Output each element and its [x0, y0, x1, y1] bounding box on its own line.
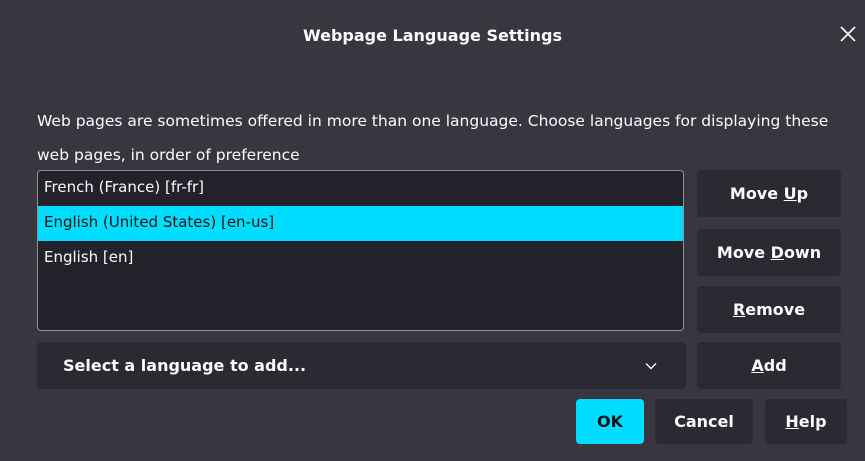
move-down-button[interactable]: Move Down	[697, 229, 841, 276]
remove-button[interactable]: Remove	[697, 286, 841, 333]
close-icon	[836, 22, 860, 46]
ok-button[interactable]: OK	[576, 399, 644, 444]
dialog-description: Web pages are sometimes offered in more …	[37, 112, 829, 164]
remove-label-post: emove	[745, 300, 806, 319]
move-up-label-post: p	[796, 184, 809, 203]
move-up-button[interactable]: Move Up	[697, 170, 841, 217]
add-label-post: dd	[763, 356, 787, 375]
language-settings-dialog: Webpage Language Settings Web pages are …	[0, 0, 865, 461]
move-up-access-key: U	[783, 184, 797, 203]
chevron-down-icon	[644, 359, 658, 373]
help-access-key: H	[785, 412, 799, 431]
close-button[interactable]	[836, 22, 860, 46]
language-list[interactable]: French (France) [fr-fr] English (United …	[37, 170, 684, 331]
add-access-key: A	[751, 356, 764, 375]
move-down-access-key: D	[770, 243, 784, 262]
dialog-title: Webpage Language Settings	[303, 26, 562, 45]
move-down-label-pre: Move	[716, 243, 771, 262]
move-up-label-pre: Move	[729, 184, 784, 203]
add-language-select-label: Select a language to add...	[63, 356, 307, 375]
add-button[interactable]: Add	[697, 342, 841, 389]
language-item-en[interactable]: English [en]	[38, 241, 683, 276]
cancel-button[interactable]: Cancel	[655, 399, 753, 444]
remove-access-key: R	[732, 300, 746, 319]
language-item-en-us[interactable]: English (United States) [en-us]	[38, 206, 683, 241]
help-button[interactable]: Help	[765, 399, 847, 444]
add-language-select[interactable]: Select a language to add...	[37, 342, 686, 389]
help-label-post: elp	[798, 412, 827, 431]
language-item-fr-fr[interactable]: French (France) [fr-fr]	[38, 171, 683, 206]
move-down-label-post: own	[783, 243, 822, 262]
